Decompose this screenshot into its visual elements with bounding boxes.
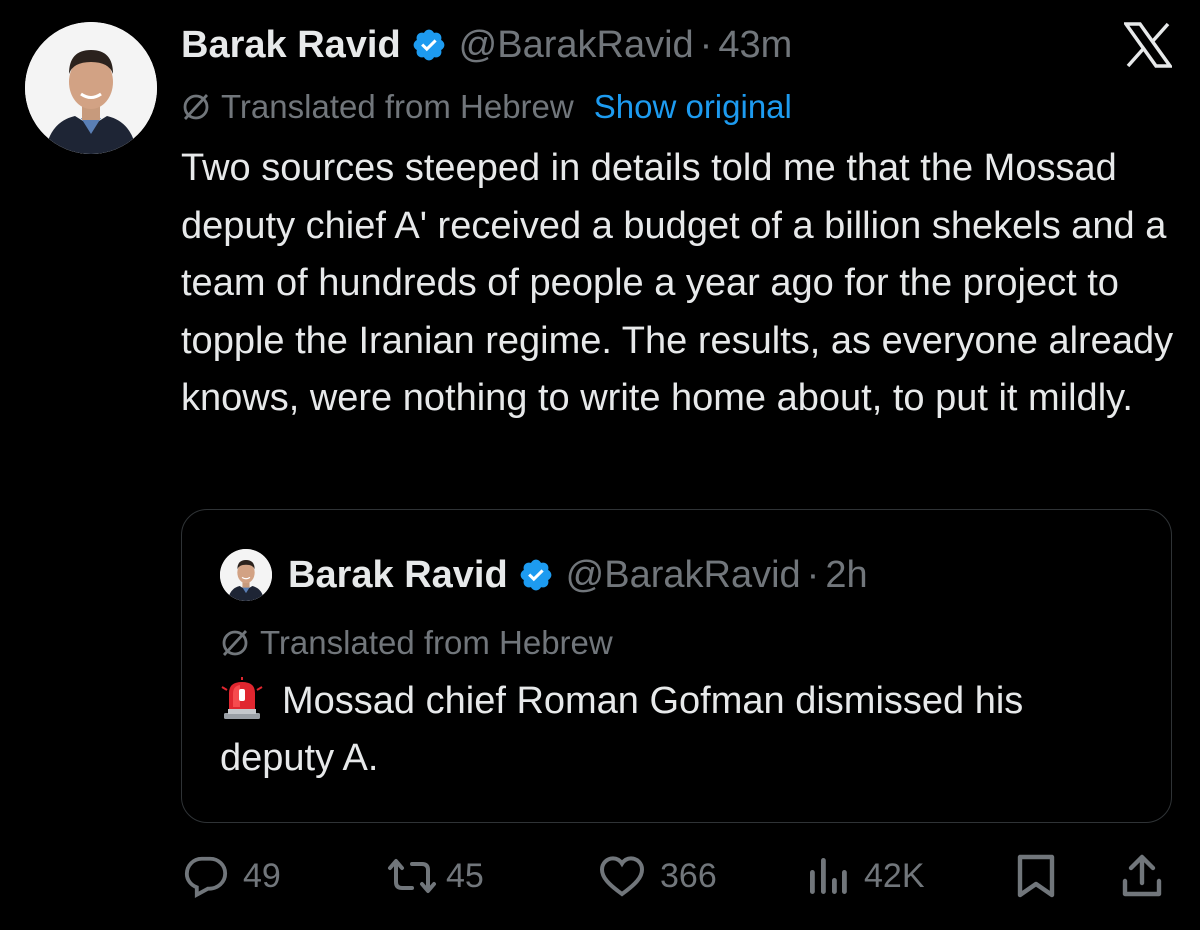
- repost-count: 45: [446, 856, 484, 895]
- reply-icon: [184, 856, 228, 899]
- siren-icon: [220, 677, 264, 721]
- author-handle[interactable]: @BarakRavid: [459, 24, 694, 67]
- repost-button[interactable]: 45: [384, 846, 484, 906]
- separator-dot: ·: [806, 553, 820, 596]
- reply-count: 49: [243, 856, 281, 895]
- quoted-tweet-card[interactable]: Barak Ravid @BarakRavid · 2h Translated …: [181, 509, 1172, 823]
- show-original-link[interactable]: Show original: [594, 88, 792, 126]
- translated-label: Translated from Hebrew: [221, 88, 574, 125]
- quoted-author-display-name[interactable]: Barak Ravid: [288, 554, 508, 597]
- globe-slash-icon: [220, 628, 250, 658]
- tweet-actions-bar: 49 45 366 42K: [0, 846, 1200, 906]
- quoted-translation-notice: Translated from Hebrew: [220, 620, 613, 666]
- quoted-tweet-header: Barak Ravid @BarakRavid · 2h: [220, 549, 868, 601]
- quoted-tweet-text: Mossad chief Roman Gofman dismissed his …: [220, 680, 1024, 779]
- views-icon: [810, 858, 847, 894]
- x-logo-icon: [1122, 22, 1174, 68]
- globe-slash-icon: [181, 92, 211, 122]
- bookmark-icon: [1017, 854, 1055, 898]
- tweet-header: Barak Ravid @BarakRavid · 43m: [181, 20, 792, 70]
- separator-dot: ·: [699, 23, 713, 66]
- share-icon: [1122, 854, 1162, 897]
- reply-button[interactable]: 49: [183, 846, 281, 906]
- translation-notice: Translated from Hebrew Show original: [181, 84, 792, 130]
- bookmark-button[interactable]: [1014, 846, 1058, 906]
- quoted-translated-label: Translated from Hebrew: [260, 624, 613, 661]
- verified-badge-icon[interactable]: [411, 27, 447, 63]
- views-button[interactable]: 42K: [806, 846, 925, 906]
- author-avatar[interactable]: [25, 22, 157, 154]
- repost-icon: [388, 859, 436, 893]
- tweet-body: Two sources steeped in details told me t…: [181, 147, 1174, 419]
- like-button[interactable]: 366: [598, 846, 717, 906]
- like-count: 366: [660, 856, 717, 895]
- quoted-tweet-body: Mossad chief Roman Gofman dismissed his …: [220, 673, 1140, 787]
- tweet-timestamp[interactable]: 43m: [718, 24, 792, 67]
- quoted-author-handle[interactable]: @BarakRavid: [566, 554, 801, 597]
- share-button[interactable]: [1120, 846, 1164, 906]
- heart-icon: [599, 856, 645, 897]
- quoted-tweet-timestamp[interactable]: 2h: [825, 554, 867, 597]
- views-count: 42K: [864, 856, 925, 895]
- author-display-name[interactable]: Barak Ravid: [181, 24, 401, 67]
- quoted-author-avatar[interactable]: [220, 549, 272, 601]
- verified-badge-icon[interactable]: [518, 557, 554, 593]
